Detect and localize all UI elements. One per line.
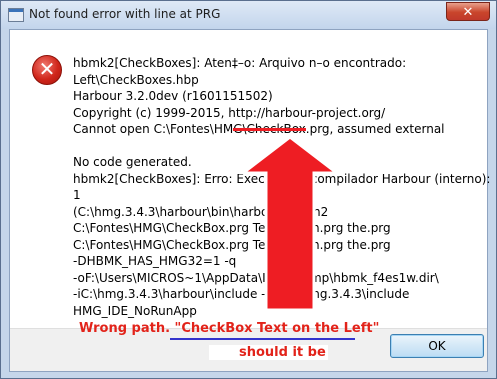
message-line: hbmk2[CheckBoxes]: Aten‡–o: Arquivo n–o … [73,56,407,70]
ok-button[interactable]: OK [390,334,484,358]
annotation-text: Wrong path. "CheckBox Text on the Left" [79,321,380,336]
message-line: HMG_IDE_NoRunApp [73,303,197,318]
message-line: 1 [73,188,81,202]
error-message: hbmk2[CheckBoxes]: Aten‡–o: Arquivo n–o … [73,55,491,319]
message-line: Harbour 3.2.0dev (r1601151502) [73,89,273,103]
message-line: C:\Fontes\HMG\CheckBox.prg Text.prg on.p… [73,221,391,235]
filename-red-underline [233,128,306,131]
error-icon: ✕ [32,55,62,85]
message-line: -DHBMK_HAS_HMG32=1 -q [73,254,237,268]
app-window-icon [8,8,24,22]
title-bar[interactable]: Not found error with line at PRG ✕ [1,1,496,29]
message-line: C:\Fontes\HMG\CheckBox.prg Text.prg on.p… [73,237,391,252]
message-line: Copyright (c) 1999-2015, http://harbour-… [73,105,386,120]
message-line: (C:\hmg.3.4.3\harbour\bin\harbour.exe -n… [73,204,329,219]
annotation-blue-underline [170,338,355,340]
message-line: -oF:\Users\MICROS~1\AppData\Local\Temp\h… [73,270,439,285]
message-line: -iC:\hmg.3.4.3\harbour\include -i. -iC:\… [73,287,410,301]
message-line: Left\CheckBoxes.hbp [73,72,199,87]
message-line: hbmk2[CheckBoxes]: Erro: Executando comp… [73,171,491,186]
close-button[interactable]: ✕ [446,2,490,21]
message-line [73,138,483,155]
annotation-subtext: should it be [209,345,328,360]
window-title: Not found error with line at PRG [29,7,221,21]
message-line: No code generated. [73,155,192,169]
